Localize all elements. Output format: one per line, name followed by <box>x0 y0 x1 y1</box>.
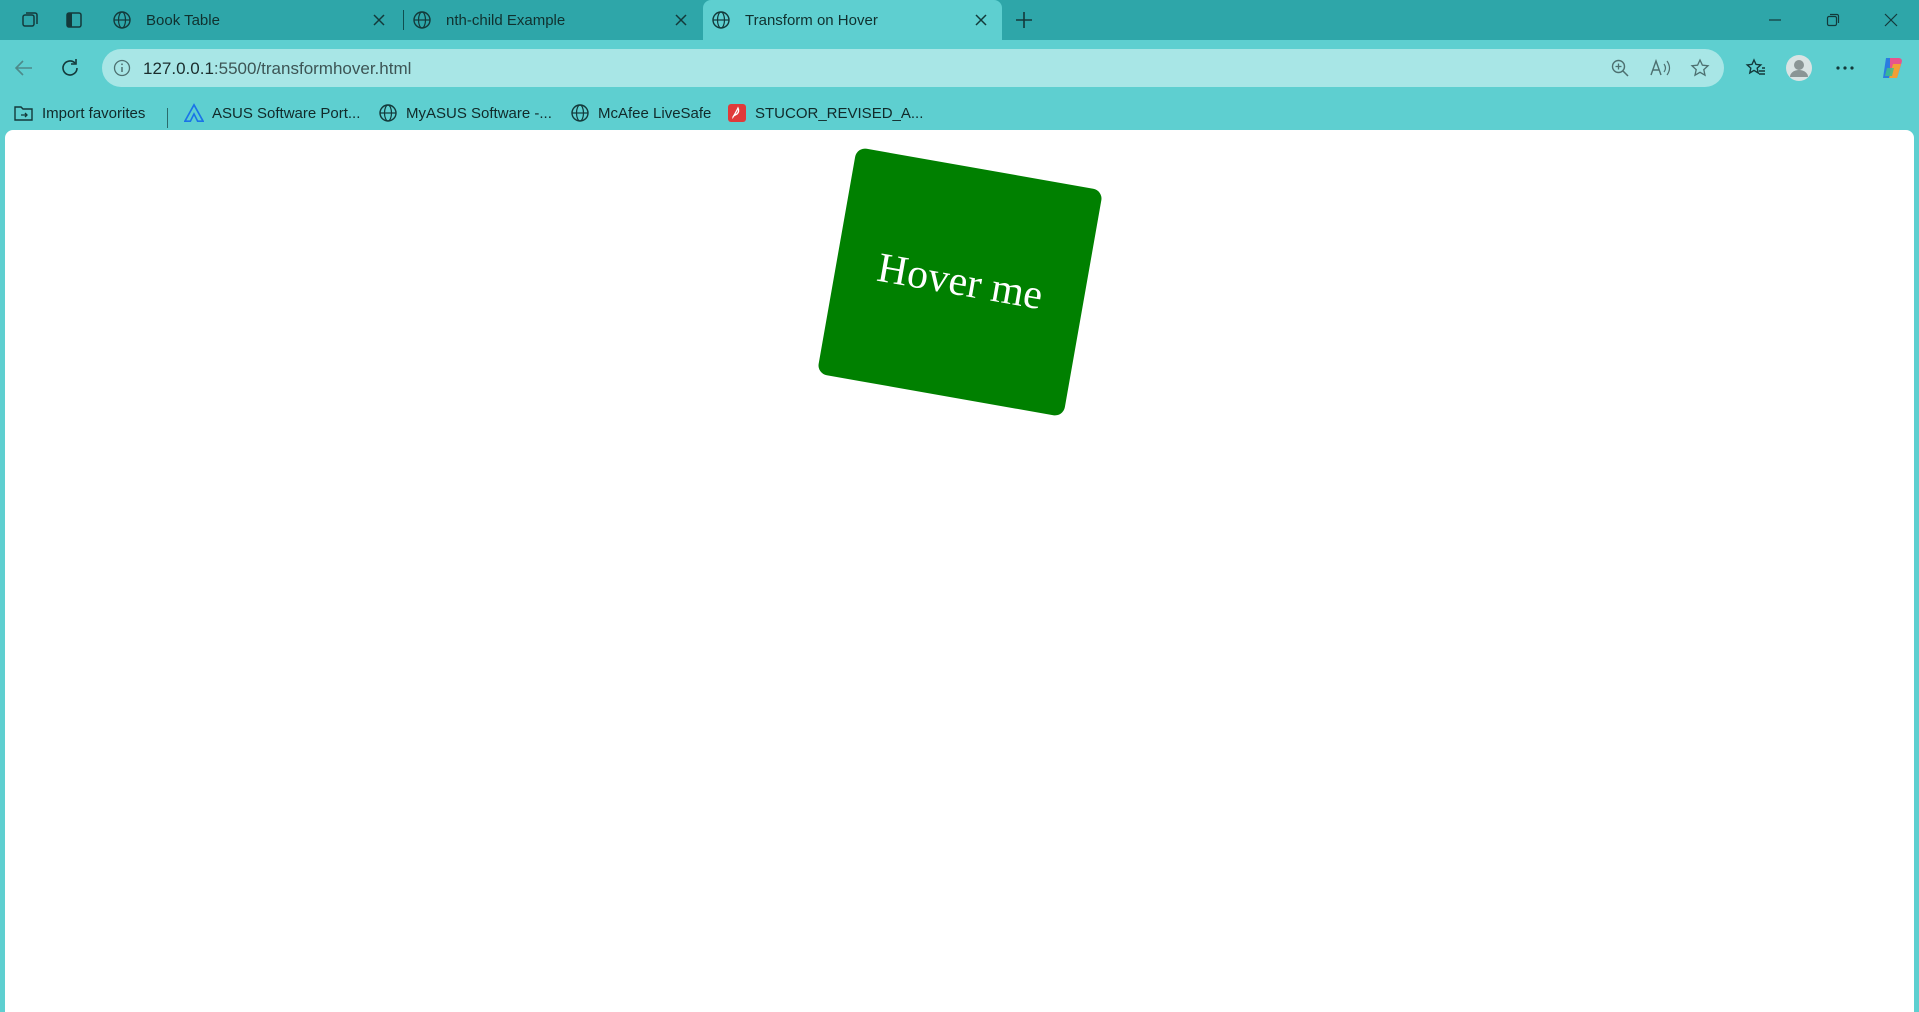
globe-icon <box>570 103 590 123</box>
close-window-icon[interactable] <box>1863 0 1919 40</box>
tab-nth-child-example[interactable]: nth-child Example <box>404 0 702 40</box>
tab-title: nth-child Example <box>446 11 566 29</box>
more-options-icon[interactable] <box>1829 52 1861 84</box>
refresh-icon[interactable] <box>54 52 86 84</box>
asus-logo-icon <box>184 103 204 123</box>
bookmarks-bar: Import favorites ASUS Software Port... M… <box>0 96 1919 130</box>
new-tab-icon[interactable] <box>1012 8 1036 32</box>
close-tab-icon[interactable] <box>672 11 690 29</box>
minimize-icon[interactable] <box>1747 0 1803 40</box>
bookmark-divider <box>167 108 168 128</box>
bookmark-import-favorites[interactable]: Import favorites <box>14 102 145 124</box>
favorite-star-icon[interactable] <box>1688 56 1712 80</box>
tab-transform-on-hover[interactable]: Transform on Hover <box>703 0 1002 40</box>
globe-icon <box>412 10 432 30</box>
url-path: :5500/transformhover.html <box>213 59 412 78</box>
close-tab-icon[interactable] <box>972 11 990 29</box>
profile-avatar-icon[interactable] <box>1783 52 1815 84</box>
hover-box-label: Hover me <box>873 244 1047 320</box>
hover-box[interactable]: Hover me <box>816 147 1104 417</box>
globe-icon <box>378 103 398 123</box>
read-aloud-icon[interactable] <box>1648 56 1672 80</box>
bookmark-label: McAfee LiveSafe <box>598 104 712 122</box>
zoom-icon[interactable] <box>1608 56 1632 80</box>
bookmark-label: Import favorites <box>42 104 146 122</box>
browser-window: Book Table nth-child Example Transform o… <box>0 0 1919 1012</box>
copilot-icon[interactable] <box>1876 52 1908 84</box>
bookmark-label: STUCOR_REVISED_A... <box>755 104 924 122</box>
page-content: Hover me <box>5 130 1914 1012</box>
pdf-icon <box>727 103 747 123</box>
url-host: 127.0.0.1 <box>143 59 214 78</box>
favorites-icon[interactable] <box>1740 52 1772 84</box>
restore-icon[interactable] <box>1805 0 1861 40</box>
site-info-icon[interactable] <box>110 56 134 80</box>
bookmark-asus-software-portal[interactable]: ASUS Software Port... <box>184 102 360 124</box>
close-tab-icon[interactable] <box>370 11 388 29</box>
bookmark-mcafee-livesafe[interactable]: McAfee LiveSafe <box>570 102 711 124</box>
tab-bar: Book Table nth-child Example Transform o… <box>0 0 1919 40</box>
back-arrow-icon[interactable] <box>8 52 40 84</box>
tab-title: Book Table <box>146 11 220 29</box>
address-bar[interactable]: 127.0.0.1:5500/transformhover.html <box>102 49 1724 87</box>
tab-book-table[interactable]: Book Table <box>102 0 400 40</box>
bookmark-label: MyASUS Software -... <box>406 104 552 122</box>
bookmark-label: ASUS Software Port... <box>212 104 361 122</box>
url-text[interactable]: 127.0.0.1:5500/transformhover.html <box>143 59 411 79</box>
vertical-tabs-icon[interactable] <box>62 8 86 32</box>
workspaces-icon[interactable] <box>18 8 42 32</box>
globe-icon <box>711 10 731 30</box>
navigation-toolbar: 127.0.0.1:5500/transformhover.html <box>0 40 1919 96</box>
bookmark-stucor-revised[interactable]: STUCOR_REVISED_A... <box>727 102 923 124</box>
tab-title: Transform on Hover <box>745 11 878 29</box>
import-folder-icon <box>14 103 34 123</box>
bookmark-myasus-software[interactable]: MyASUS Software -... <box>378 102 552 124</box>
globe-icon <box>112 10 132 30</box>
